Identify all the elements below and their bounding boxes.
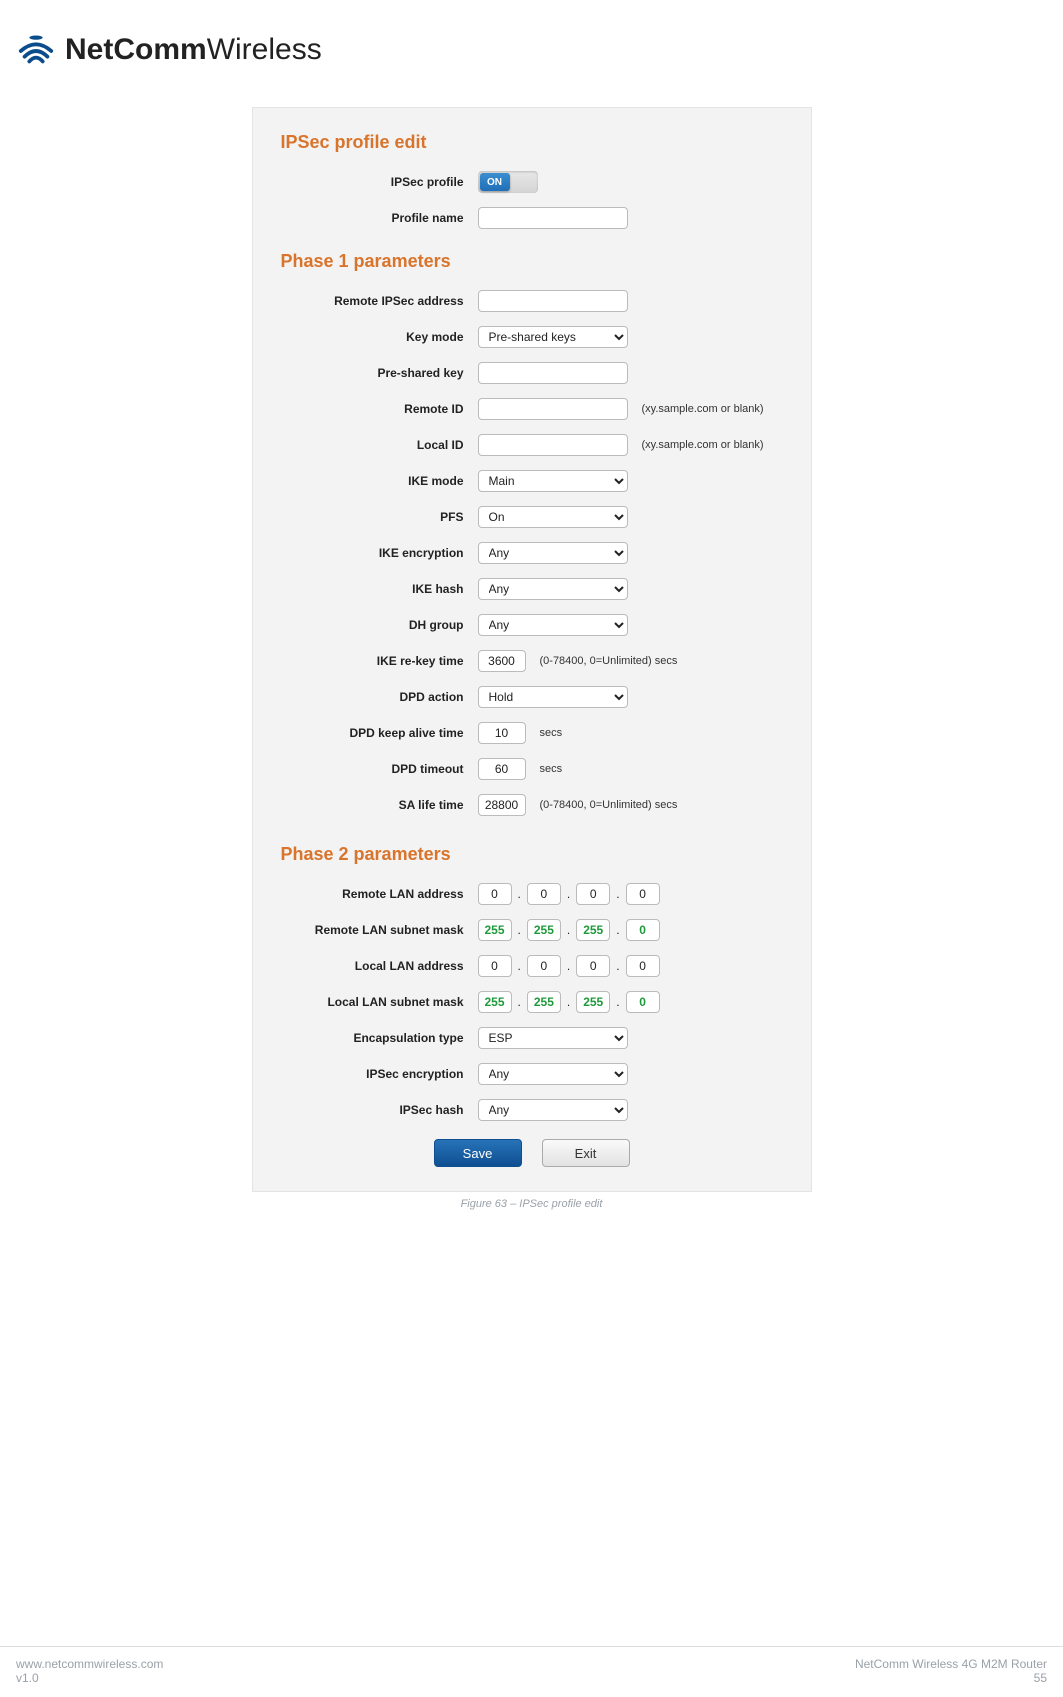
remote-mask-2[interactable]	[576, 919, 610, 941]
dh-group-select[interactable]: Any	[478, 614, 628, 636]
figure-caption: Figure 63 – IPSec profile edit	[252, 1198, 812, 1210]
remote-lan-1[interactable]	[527, 883, 561, 905]
remote-lan-2[interactable]	[576, 883, 610, 905]
local-lan-2[interactable]	[576, 955, 610, 977]
encap-select[interactable]: ESP	[478, 1027, 628, 1049]
pfs-label: PFS	[273, 510, 478, 524]
sa-life-input[interactable]	[478, 794, 526, 816]
local-mask-3[interactable]	[626, 991, 660, 1013]
ipsec-profile-label: IPSec profile	[273, 175, 478, 189]
ipsec-hash-select[interactable]: Any	[478, 1099, 628, 1121]
encap-label: Encapsulation type	[273, 1031, 478, 1045]
remote-id-hint: (xy.sample.com or blank)	[642, 403, 764, 415]
local-mask-0[interactable]	[478, 991, 512, 1013]
toggle-on-knob: ON	[480, 173, 510, 191]
remote-ipsec-addr-input[interactable]	[478, 290, 628, 312]
remote-mask-1[interactable]	[527, 919, 561, 941]
footer-url: www.netcommwireless.com	[16, 1657, 163, 1671]
ipsec-hash-label: IPSec hash	[273, 1103, 478, 1117]
dpd-timeout-input[interactable]	[478, 758, 526, 780]
brand-text: NetCommWireless	[65, 33, 322, 67]
remote-lan-label: Remote LAN address	[273, 887, 478, 901]
ipsec-edit-panel: IPSec profile edit IPSec profile ON Prof…	[252, 107, 812, 1192]
ike-mode-select[interactable]: Main	[478, 470, 628, 492]
local-lan-3[interactable]	[626, 955, 660, 977]
dpd-keep-label: DPD keep alive time	[273, 726, 478, 740]
sa-life-hint: (0-78400, 0=Unlimited) secs	[540, 799, 678, 811]
ike-hash-select[interactable]: Any	[478, 578, 628, 600]
remote-lan-0[interactable]	[478, 883, 512, 905]
dpd-timeout-hint: secs	[540, 763, 563, 775]
section-title-profile: IPSec profile edit	[281, 132, 791, 153]
psk-input[interactable]	[478, 362, 628, 384]
ipsec-enc-select[interactable]: Any	[478, 1063, 628, 1085]
brand-bold: NetComm	[65, 33, 207, 66]
local-mask-label: Local LAN subnet mask	[273, 995, 478, 1009]
local-id-hint: (xy.sample.com or blank)	[642, 439, 764, 451]
pfs-select[interactable]: On	[478, 506, 628, 528]
local-lan-1[interactable]	[527, 955, 561, 977]
dh-group-label: DH group	[273, 618, 478, 632]
ipsec-profile-toggle[interactable]: ON	[478, 171, 538, 193]
local-id-label: Local ID	[273, 438, 478, 452]
dpd-timeout-label: DPD timeout	[273, 762, 478, 776]
local-lan-label: Local LAN address	[273, 959, 478, 973]
local-mask-2[interactable]	[576, 991, 610, 1013]
ipsec-enc-label: IPSec encryption	[273, 1067, 478, 1081]
remote-mask-3[interactable]	[626, 919, 660, 941]
sa-life-label: SA life time	[273, 798, 478, 812]
section-title-phase1: Phase 1 parameters	[281, 251, 791, 272]
key-mode-select[interactable]: Pre-shared keys	[478, 326, 628, 348]
wifi-icon	[17, 33, 55, 67]
local-mask-1[interactable]	[527, 991, 561, 1013]
dpd-action-select[interactable]: Hold	[478, 686, 628, 708]
footer-product: NetComm Wireless 4G M2M Router	[855, 1657, 1047, 1671]
ike-hash-label: IKE hash	[273, 582, 478, 596]
key-mode-label: Key mode	[273, 330, 478, 344]
footer-pageno: 55	[855, 1671, 1047, 1685]
local-lan-0[interactable]	[478, 955, 512, 977]
brand-header: NetCommWireless	[15, 25, 1048, 77]
dpd-keep-input[interactable]	[478, 722, 526, 744]
profile-name-label: Profile name	[273, 211, 478, 225]
save-button[interactable]: Save	[434, 1139, 522, 1167]
remote-id-input[interactable]	[478, 398, 628, 420]
ike-rekey-label: IKE re-key time	[273, 654, 478, 668]
remote-mask-label: Remote LAN subnet mask	[273, 923, 478, 937]
dpd-action-label: DPD action	[273, 690, 478, 704]
local-id-input[interactable]	[478, 434, 628, 456]
remote-id-label: Remote ID	[273, 402, 478, 416]
psk-label: Pre-shared key	[273, 366, 478, 380]
ike-rekey-hint: (0-78400, 0=Unlimited) secs	[540, 655, 678, 667]
dpd-keep-hint: secs	[540, 727, 563, 739]
section-title-phase2: Phase 2 parameters	[281, 844, 791, 865]
brand-light: Wireless	[207, 33, 322, 66]
exit-button[interactable]: Exit	[542, 1139, 630, 1167]
remote-mask-0[interactable]	[478, 919, 512, 941]
ike-enc-label: IKE encryption	[273, 546, 478, 560]
profile-name-input[interactable]	[478, 207, 628, 229]
remote-lan-3[interactable]	[626, 883, 660, 905]
ike-rekey-input[interactable]	[478, 650, 526, 672]
remote-ipsec-addr-label: Remote IPSec address	[273, 294, 478, 308]
footer-version: v1.0	[16, 1671, 163, 1685]
ike-mode-label: IKE mode	[273, 474, 478, 488]
page-footer: www.netcommwireless.com v1.0 NetComm Wir…	[0, 1646, 1063, 1685]
ike-enc-select[interactable]: Any	[478, 542, 628, 564]
